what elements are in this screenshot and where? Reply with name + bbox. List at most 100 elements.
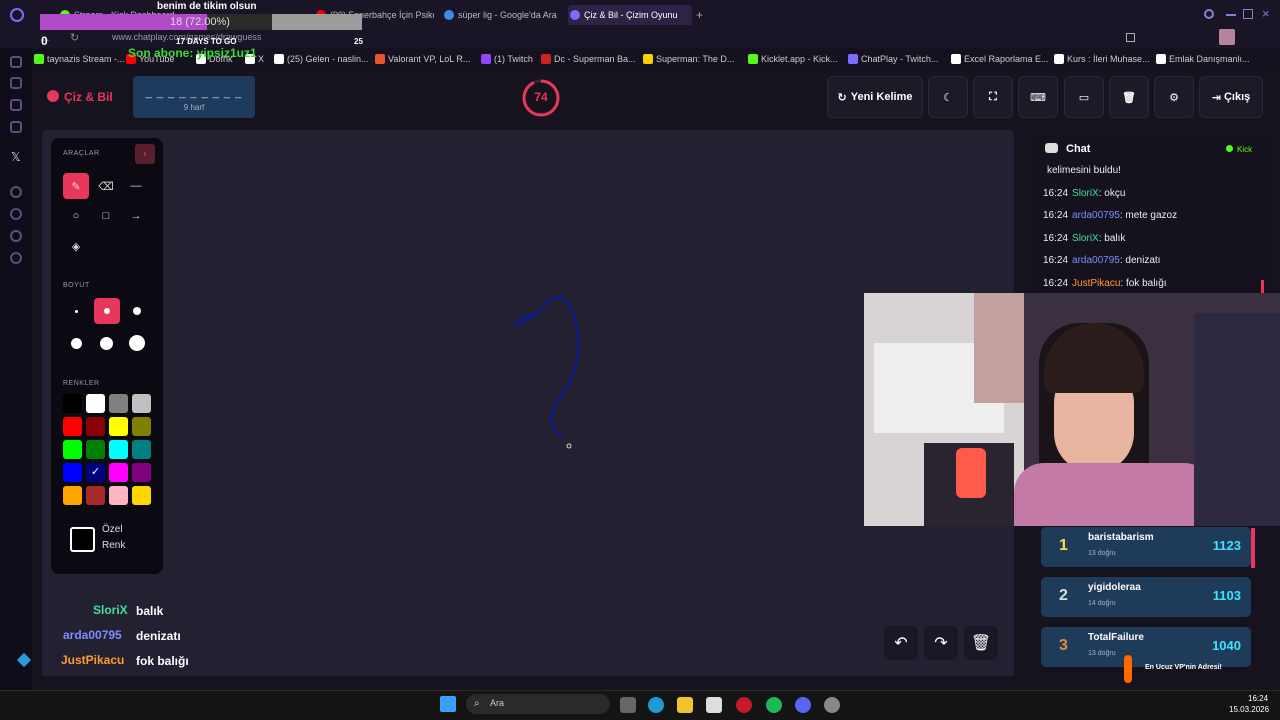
bookmark-item[interactable]: Kurs : İleri Muhase... xyxy=(1054,52,1150,66)
reload-icon[interactable]: ↻ xyxy=(70,31,79,44)
size-option-xl[interactable] xyxy=(100,337,113,350)
fullscreen-button[interactable]: ⛶ xyxy=(973,76,1013,118)
archive-icon: ▭ xyxy=(1078,91,1090,104)
color-swatch[interactable] xyxy=(109,394,128,413)
color-swatch[interactable] xyxy=(63,463,82,482)
color-swatch[interactable] xyxy=(86,394,105,413)
sidebar-item-icon[interactable] xyxy=(10,56,22,68)
bookmark-item[interactable]: ChatPlay - Twitch... xyxy=(848,52,938,66)
chat-username[interactable]: arda00795 xyxy=(1072,210,1120,221)
store-icon[interactable] xyxy=(706,697,722,713)
line-tool[interactable]: — xyxy=(123,173,149,199)
color-swatch[interactable] xyxy=(63,440,82,459)
tray-date[interactable]: 15.03.2026 xyxy=(1229,705,1269,714)
exit-button[interactable]: ⇥ Çıkış xyxy=(1199,76,1263,118)
leaderboard-name: TotalFailure xyxy=(1088,632,1144,643)
browser-tab-active[interactable]: Çiz & Bil - Çizim Oyunu xyxy=(568,5,692,25)
bookmark-item[interactable]: Kicklet.app - Kick... xyxy=(748,52,838,66)
size-option-xxl[interactable] xyxy=(129,335,145,351)
sidebar-item-icon[interactable] xyxy=(10,208,22,220)
sidebar-item-icon[interactable] xyxy=(10,121,22,133)
sidebar-item-icon[interactable] xyxy=(10,99,22,111)
bookmark-item[interactable]: (1) Twitch xyxy=(481,52,533,66)
leaderboard-scrollbar[interactable] xyxy=(1251,528,1255,568)
color-swatch[interactable] xyxy=(132,440,151,459)
taskview-icon[interactable] xyxy=(620,697,636,713)
keyboard-button[interactable]: ⌨ xyxy=(1018,76,1058,118)
bookmark-item[interactable]: Valorant VP, LoL R... xyxy=(375,52,470,66)
start-icon[interactable] xyxy=(440,696,456,712)
sidebar-item-icon[interactable] xyxy=(10,77,22,89)
new-tab-icon[interactable]: + xyxy=(696,8,703,22)
settings-icon[interactable] xyxy=(10,252,22,264)
clear-canvas-button[interactable]: 🗑 xyxy=(964,626,998,660)
color-swatch[interactable] xyxy=(109,440,128,459)
minimize-icon[interactable] xyxy=(1226,14,1236,16)
bookmark-item[interactable]: Excel Raporlama E... xyxy=(951,52,1049,66)
color-swatch[interactable] xyxy=(86,486,105,505)
color-swatch[interactable] xyxy=(63,394,82,413)
x-icon[interactable]: 𝕏 xyxy=(11,150,21,164)
bookmark-item[interactable]: taynazis Stream -... xyxy=(34,52,125,66)
explorer-icon[interactable] xyxy=(677,697,693,713)
gear-icon[interactable] xyxy=(824,697,840,713)
color-swatch[interactable] xyxy=(109,486,128,505)
browser-logo-icon[interactable] xyxy=(10,8,24,22)
custom-color-swatch[interactable] xyxy=(70,527,95,552)
browser-tab[interactable]: süper lig - Google'da Ara xyxy=(442,5,564,25)
bookmark-item[interactable]: Superman: The D... xyxy=(643,52,734,66)
arrow-tool[interactable]: → xyxy=(123,203,149,229)
brush-tool[interactable]: ✎ xyxy=(63,173,89,199)
new-word-button[interactable]: ↻ Yeni Kelime xyxy=(827,76,923,118)
settings-button[interactable]: ⚙ xyxy=(1154,76,1194,118)
chat-username[interactable]: JustPikacu xyxy=(1072,278,1120,289)
bookmark-item[interactable]: (25) Gelen - naslin... xyxy=(274,52,369,66)
circle-tool[interactable]: ○ xyxy=(63,203,89,229)
size-option-xs[interactable] xyxy=(75,310,78,313)
profile-avatar[interactable] xyxy=(1219,29,1235,45)
color-swatch[interactable] xyxy=(86,417,105,436)
rectangle-tool[interactable]: □ xyxy=(93,203,119,229)
taskbar-search[interactable]: ⌕ Ara xyxy=(466,694,610,714)
color-swatch[interactable] xyxy=(132,463,151,482)
color-swatch[interactable] xyxy=(63,417,82,436)
collapse-panel-button[interactable]: ‹ xyxy=(135,144,155,164)
dark-mode-button[interactable]: ☾ xyxy=(928,76,968,118)
bookmark-item[interactable]: Emlak Danışmanlı... xyxy=(1156,52,1250,66)
fill-tool[interactable]: ◈ xyxy=(63,233,89,259)
color-swatch[interactable] xyxy=(109,463,128,482)
maximize-icon[interactable] xyxy=(1243,9,1253,19)
tray-time[interactable]: 16:24 xyxy=(1248,694,1268,703)
chat-scrollbar[interactable] xyxy=(1261,280,1264,294)
archive-button[interactable]: ▭ xyxy=(1064,76,1104,118)
extensions-icon[interactable] xyxy=(1126,33,1135,42)
chat-username[interactable]: SloriX xyxy=(1072,233,1099,244)
chat-username[interactable]: arda00795 xyxy=(1072,255,1120,266)
redo-button[interactable]: ↷ xyxy=(924,626,958,660)
spotify-icon[interactable] xyxy=(766,697,782,713)
word-length: 9 harf xyxy=(183,103,205,112)
bookmark-item[interactable]: Dc - Superman Ba... xyxy=(541,52,636,66)
opera-icon[interactable] xyxy=(736,697,752,713)
size-option-m[interactable] xyxy=(133,307,141,315)
bookmark-label: (1) Twitch xyxy=(494,54,533,64)
eraser-tool[interactable]: ⌫ xyxy=(93,173,119,199)
color-swatch[interactable] xyxy=(86,440,105,459)
color-swatch[interactable] xyxy=(132,486,151,505)
color-swatch[interactable] xyxy=(132,394,151,413)
leaderboard-score: 1040 xyxy=(1212,638,1241,653)
color-swatch[interactable] xyxy=(63,486,82,505)
color-swatch[interactable] xyxy=(109,417,128,436)
color-swatch-selected[interactable]: ✓ xyxy=(86,463,105,482)
sidebar-item-icon[interactable] xyxy=(10,186,22,198)
close-icon[interactable]: × xyxy=(1262,6,1270,21)
delete-button[interactable]: 🗑 xyxy=(1109,76,1149,118)
search-icon[interactable] xyxy=(1204,9,1214,19)
size-option-l[interactable] xyxy=(71,338,82,349)
chat-username[interactable]: SloriX xyxy=(1072,188,1099,199)
undo-button[interactable]: ↶ xyxy=(884,626,918,660)
color-swatch[interactable] xyxy=(132,417,151,436)
sidebar-item-icon[interactable] xyxy=(10,230,22,242)
edge-icon[interactable] xyxy=(648,697,664,713)
discord-icon[interactable] xyxy=(795,697,811,713)
